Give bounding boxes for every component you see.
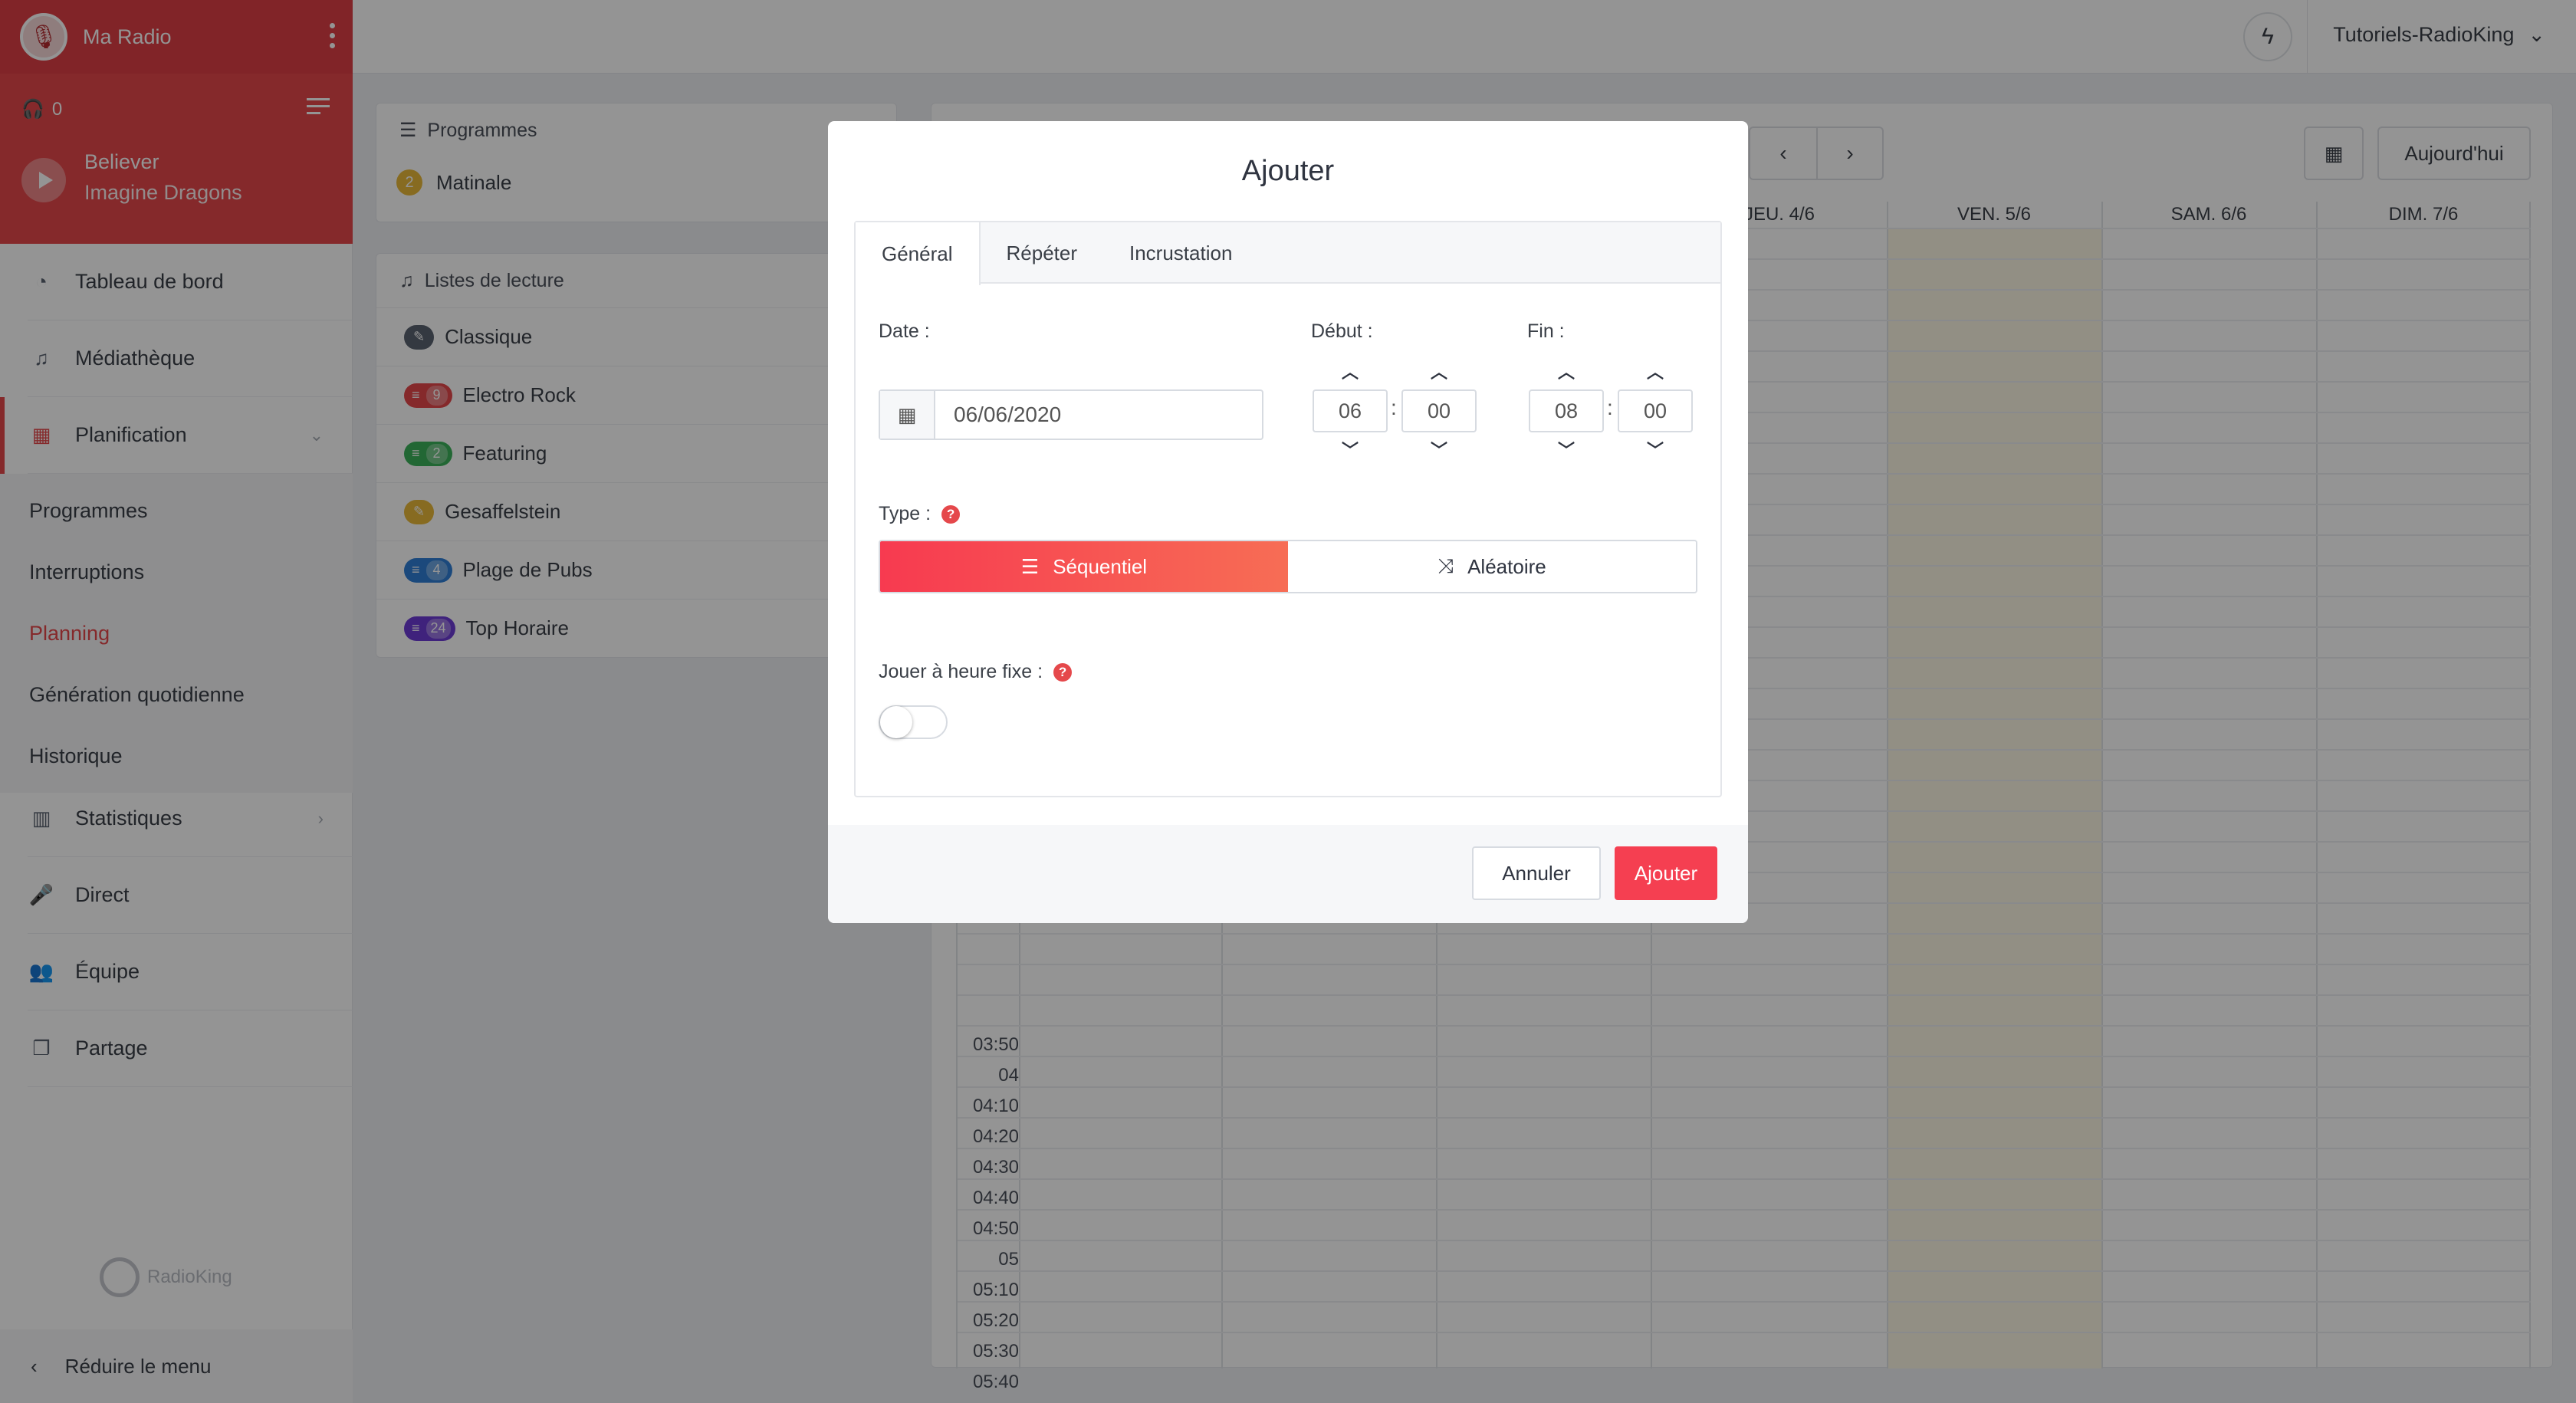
end-label: Fin :	[1527, 320, 1565, 342]
help-icon[interactable]: ?	[1053, 663, 1073, 682]
type-label: Type :	[879, 503, 932, 524]
tab-overlay[interactable]: Incrustation	[1103, 222, 1258, 284]
time-separator: :	[1391, 396, 1397, 419]
start-hour-up-icon[interactable]: ︿	[1313, 359, 1388, 383]
toggle-knob	[880, 706, 912, 738]
modal-title: Ajouter	[1241, 154, 1335, 187]
cancel-button[interactable]: Annuler	[1472, 846, 1601, 900]
start-hour-input[interactable]	[1314, 391, 1386, 431]
fixed-time-label: Jouer à heure fixe :	[879, 661, 1043, 682]
start-minute-field	[1401, 389, 1477, 432]
tab-repeat[interactable]: Répéter	[981, 222, 1104, 284]
submit-add-button[interactable]: Ajouter	[1615, 846, 1717, 900]
end-hour-down-icon[interactable]: ﹀	[1529, 437, 1604, 462]
date-field: ▦	[879, 389, 1263, 440]
fixed-time-label-row: Jouer à heure fixe :?	[879, 661, 1073, 683]
end-hour-field	[1529, 389, 1604, 432]
time-separator: :	[1607, 396, 1613, 419]
start-hour-field	[1313, 389, 1388, 432]
start-minute-up-icon[interactable]: ︿	[1401, 359, 1477, 383]
end-minute-field	[1618, 389, 1693, 432]
tab-general[interactable]: Général	[856, 222, 981, 285]
modal-body: Général Répéter Incrustation Date : ▦ Dé…	[854, 221, 1722, 797]
start-minute-input[interactable]	[1403, 391, 1475, 431]
end-hour-input[interactable]	[1530, 391, 1602, 431]
start-label: Début :	[1311, 320, 1373, 342]
add-modal: Ajouter Général Répéter Incrustation Dat…	[828, 121, 1748, 923]
end-minute-input[interactable]	[1619, 391, 1691, 431]
type-label-row: Type :?	[879, 503, 961, 525]
end-hour-up-icon[interactable]: ︿	[1529, 359, 1604, 383]
calendar-icon[interactable]: ▦	[880, 391, 935, 439]
type-random-button[interactable]: ⤨ Aléatoire	[1288, 541, 1696, 592]
fixed-time-toggle[interactable]	[879, 705, 948, 739]
date-input[interactable]	[935, 391, 1257, 439]
type-random-label: Aléatoire	[1467, 554, 1546, 578]
type-toggle: ☰ Séquentiel ⤨ Aléatoire	[879, 540, 1697, 593]
help-icon[interactable]: ?	[941, 505, 961, 524]
shuffle-icon: ⤨	[1438, 554, 1454, 577]
end-minute-up-icon[interactable]: ︿	[1618, 359, 1693, 383]
modal-tabs: Général Répéter Incrustation	[856, 222, 1720, 285]
start-hour-down-icon[interactable]: ﹀	[1313, 437, 1388, 462]
start-minute-down-icon[interactable]: ﹀	[1401, 437, 1477, 462]
type-sequential-button[interactable]: ☰ Séquentiel	[880, 541, 1288, 592]
type-sequential-label: Séquentiel	[1053, 554, 1148, 578]
modal-footer	[828, 825, 1748, 923]
date-label: Date :	[879, 320, 930, 342]
end-minute-down-icon[interactable]: ﹀	[1618, 437, 1693, 462]
list-icon: ☰	[1020, 554, 1040, 578]
